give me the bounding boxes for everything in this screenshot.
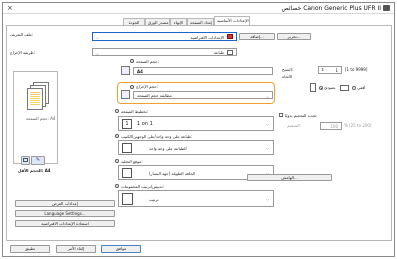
tab-finishing[interactable]: الإنهاء (170, 18, 187, 25)
orientation-group: عمودي أفقي (282, 80, 392, 96)
preview-caption: حجم الصفحة: A4 (26, 116, 56, 121)
sided-help-icon (115, 134, 119, 138)
collate-icon (122, 193, 133, 205)
sided-label: طباعة على وجه واحد/على الوجهين/الكتيب: (121, 134, 193, 139)
output-size-select[interactable]: ⌵ مطابقة حجم الصفحة (133, 91, 273, 99)
print-icon (227, 50, 233, 55)
scaling-range: % [25 to 200] (344, 123, 372, 128)
output-method-value: طباعة (213, 50, 224, 55)
output-size-icon (121, 90, 130, 99)
page-size-label: حجم الصفحة: (136, 59, 159, 64)
binding-value: الحافة الطويلة (جهة اليسار) (149, 171, 196, 176)
edit-profile-button[interactable]: تحرير... (277, 33, 311, 40)
ok-button[interactable]: موافق (101, 245, 141, 253)
portrait-radio[interactable] (319, 86, 323, 90)
tab-strip: الجودة مصدر الورق الإنهاء إعداد الصفحة ا… (3, 16, 394, 25)
display-settings-button[interactable]: إعدادات العرض (15, 200, 115, 207)
output-size-value: مطابقة حجم الصفحة (137, 93, 172, 98)
staple-select[interactable]: ترتيب ⌵ (118, 190, 274, 207)
page-size-select[interactable]: ⌵ A4 (133, 67, 273, 75)
tab-paper-source[interactable]: مصدر الورق (145, 18, 170, 25)
chevron-down-icon: ⌵ (265, 196, 269, 201)
page-layout-select[interactable]: 1 1 on 1 ⌵ (118, 116, 274, 131)
binding-label: موقع التجليد: (121, 159, 143, 164)
settings-view-button[interactable]: ✎ (31, 156, 45, 165)
staple-help-icon (115, 184, 119, 188)
language-settings-button[interactable]: Language Settings... (15, 210, 115, 217)
portrait-label: عمودي (324, 85, 336, 90)
chevron-down-icon: ⌵ (265, 145, 269, 150)
one-sided-icon (122, 143, 132, 153)
profile-icon (227, 34, 233, 39)
page-layout-label: تخطيط الصفحة: (121, 109, 149, 114)
page-stack-front (27, 88, 43, 110)
sided-select[interactable]: الطباعة على وجه واحد ⌵ (118, 140, 274, 155)
output-method-select[interactable]: ⌵ طباعة (92, 48, 237, 56)
copies-range: [1 to 9999] (345, 67, 368, 72)
close-icon[interactable]: × (7, 4, 13, 12)
portrait-icon (310, 83, 316, 92)
settings-view-icon: ✎ (35, 157, 41, 163)
printer-view-button[interactable] (21, 156, 30, 165)
tab-quality[interactable]: الجودة (123, 18, 145, 25)
scaling-value: 100 (330, 124, 338, 129)
spin-icon[interactable]: ⇕ (321, 67, 324, 72)
title-bar: × خصائص Canon Generic Plus UFR II (3, 3, 394, 14)
landscape-label: أفقي (357, 85, 366, 90)
properties-dialog: × خصائص Canon Generic Plus UFR II الجودة… (2, 2, 395, 257)
landscape-icon (340, 85, 349, 91)
chevron-down-icon: ⌵ (265, 121, 269, 126)
preview-footer: الحجم الأقل: A4 (18, 168, 51, 173)
page-layout-help-icon (115, 109, 119, 113)
orientation-label: الاتجاه (282, 74, 293, 79)
chevron-down-icon: ⌵ (96, 35, 100, 40)
page-size-help-icon (130, 59, 134, 63)
profile-value: الإعدادات الافتراضية (190, 35, 225, 40)
printer-view-icon (23, 158, 28, 162)
cancel-button[interactable]: إلغاء الأمر (56, 245, 96, 253)
window-title: خصائص Canon Generic Plus UFR II (281, 5, 381, 12)
page-layout-icon: 1 (122, 119, 132, 129)
apply-button[interactable]: تطبيق (10, 245, 50, 253)
basic-settings-panel: ملف التعريف: ⌵ الإعدادات الافتراضية إضاف… (6, 25, 392, 241)
output-size-label: حجم الإخراج: (136, 84, 159, 89)
copies-label: النسخ: (282, 67, 294, 72)
staple-value: ترتيب (149, 197, 159, 202)
chevron-down-icon: ⌵ (265, 94, 269, 99)
manual-scaling-label: تحديد التحجيم يدويًا (285, 113, 317, 118)
chevron-down-icon: ⌵ (96, 51, 100, 56)
manual-scaling-checkbox[interactable] (279, 113, 283, 117)
output-method-label: طريقة الإخراج: (10, 50, 36, 55)
page-preview: حجم الصفحة: A4 (13, 71, 58, 164)
copies-value: 1 (335, 68, 338, 73)
scaling-label: التحجيم: (287, 123, 301, 128)
scaling-input[interactable]: 100 (320, 122, 342, 130)
copies-input[interactable]: ⇕ 1 (318, 66, 342, 74)
profile-label: ملف التعريف: (10, 32, 34, 37)
profile-select[interactable]: ⌵ الإعدادات الافتراضية (92, 32, 237, 41)
landscape-radio[interactable] (352, 86, 356, 90)
gutter-button[interactable]: الهامش... (247, 174, 332, 181)
page-size-icon (121, 66, 130, 75)
tab-basic-settings[interactable]: الإعدادات الأساسية (214, 16, 250, 25)
dialog-buttons: موافق إلغاء الأمر تطبيق (6, 245, 392, 255)
tab-page-setup[interactable]: إعداد الصفحة (187, 18, 214, 25)
staple-label: تدبيس/ترتيب المجموعات: (121, 184, 165, 189)
page-size-value: A4 (137, 69, 143, 74)
printer-app-icon (383, 5, 390, 11)
sided-value: الطباعة على وجه واحد (149, 146, 187, 151)
add-profile-button[interactable]: إضافة... (239, 33, 275, 40)
binding-help-icon (115, 159, 119, 163)
restore-defaults-button[interactable]: استعادة الإعدادات الافتراضية (15, 220, 115, 227)
output-size-help-icon (130, 85, 134, 89)
page-layout-value: 1 on 1 (137, 121, 153, 127)
binding-icon (122, 168, 132, 178)
